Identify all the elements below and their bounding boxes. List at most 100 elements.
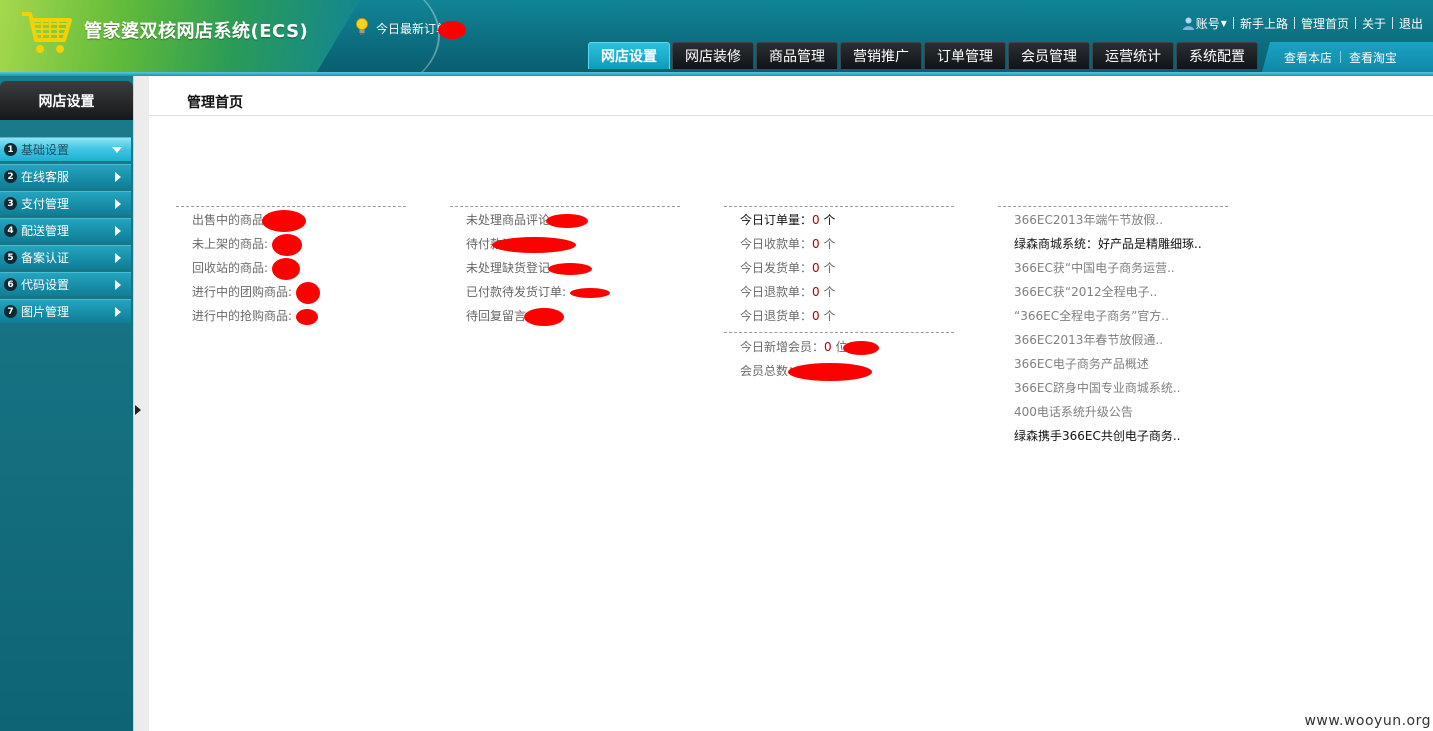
tab-member-management[interactable]: 会员管理 (1008, 42, 1090, 69)
tab-order-management[interactable]: 订单管理 (924, 42, 1006, 69)
list-item[interactable]: 未处理商品评论 (466, 208, 680, 232)
list-item[interactable]: 今日订单量：0 个 (740, 208, 954, 232)
sidebar-item-payment[interactable]: 3 支付管理 (0, 191, 131, 215)
sidebar-splitter[interactable] (133, 76, 149, 731)
item-number-badge: 5 (4, 251, 17, 264)
stat-unit: 个 (823, 261, 836, 275)
list-item[interactable]: 回收站的商品: (192, 256, 406, 280)
top-links: 账号 ▼ 新手上路 管理首页 关于 退出 (1177, 15, 1429, 31)
stat-label: 今日退货单： (740, 309, 813, 323)
sidebar-item-label: 备案认证 (21, 251, 70, 265)
list-item[interactable]: 未处理缺货登记 (466, 256, 680, 280)
redaction-mark (271, 233, 302, 256)
list-item[interactable]: 待回复留言 (466, 304, 680, 328)
tab-goods-management[interactable]: 商品管理 (756, 42, 838, 69)
chevron-right-icon (115, 253, 121, 263)
list-item[interactable]: 会员总数： (740, 359, 954, 383)
news-item[interactable]: 绿森商城系统：好产品是精雕细琢.. (1014, 232, 1214, 256)
list-item[interactable]: 未上架的商品: (192, 232, 406, 256)
list-item[interactable]: 今日发货单：0 个 (740, 256, 954, 280)
sidebar-item-label: 在线客服 (21, 170, 70, 184)
today-order-notice[interactable]: 今日最新订单 (376, 20, 466, 39)
tab-marketing[interactable]: 营销推广 (840, 42, 922, 69)
news-item[interactable]: 366EC获“2012全程电子.. (1014, 280, 1228, 304)
tab-shop-decoration[interactable]: 网店装修 (672, 42, 754, 69)
news-item[interactable]: 绿森携手366EC共创电子商务.. (1014, 424, 1228, 448)
sidebar-item-shipping[interactable]: 4 配送管理 (0, 218, 131, 242)
list-item[interactable]: 出售中的商品 (192, 208, 406, 232)
news-item[interactable]: 366EC2013年春节放假通.. (1014, 328, 1228, 352)
sidebar-item-images[interactable]: 7 图片管理 (0, 299, 131, 323)
view-taobao-link[interactable]: 查看淘宝 (1341, 49, 1405, 66)
stat-unit: 个 (823, 213, 836, 227)
redaction-mark (523, 307, 564, 326)
chevron-right-icon (115, 280, 121, 290)
sidebar-item-label: 代码设置 (21, 278, 70, 292)
list-item[interactable]: 今日退款单：0 个 (740, 280, 954, 304)
main-nav: 网店设置 网店装修 商品管理 营销推广 订单管理 会员管理 运营统计 系统配置 (588, 42, 1260, 69)
sidebar-item-filing[interactable]: 5 备案认证 (0, 245, 131, 269)
stat-label: 回收站的商品: (192, 261, 269, 275)
light-bulb-icon (356, 18, 368, 35)
caret-down-icon: ▼ (1220, 18, 1227, 28)
list-item[interactable]: 进行中的抢购商品: (192, 304, 406, 328)
tab-operation-stats[interactable]: 运营统计 (1092, 42, 1174, 69)
sidebar-item-basic-settings[interactable]: 1 基础设置 (0, 137, 131, 161)
list-item[interactable]: 今日收款单：0 个 (740, 232, 954, 256)
stat-label: 未处理缺货登记 (466, 261, 551, 275)
item-number-badge: 4 (4, 224, 17, 237)
redaction-mark (261, 209, 306, 232)
beginner-guide-link[interactable]: 新手上路 (1234, 15, 1294, 32)
stat-label: 未处理商品评论 (466, 213, 551, 227)
list-item[interactable]: 进行中的团购商品: (192, 280, 406, 304)
stat-label: 今日收款单： (740, 237, 813, 251)
chevron-right-icon (115, 199, 121, 209)
news-item[interactable]: 366EC电子商务产品概述 (1014, 352, 1228, 376)
about-link[interactable]: 关于 (1356, 15, 1392, 32)
sidebar: 网店设置 1 基础设置 2 在线客服 3 支付管理 4 配送管理 5 备案认证 … (0, 76, 133, 731)
watermark: www.wooyun.org (1304, 713, 1431, 729)
news-item[interactable]: 366EC跻身中国专业商城系统.. (1014, 376, 1228, 400)
account-menu[interactable]: 账号 ▼ (1177, 15, 1233, 32)
sidebar-toggle-icon[interactable] (135, 405, 141, 415)
stat-value: 0 (812, 261, 820, 275)
today-stats-panel: 今日订单量：0 个 今日收款单：0 个 今日发货单：0 个 今日退款单：0 个 … (724, 206, 954, 383)
sidebar-item-label: 配送管理 (21, 224, 70, 238)
system-title: 管家婆双核网店系统(ECS) (84, 21, 309, 42)
stat-unit: 个 (823, 285, 836, 299)
tab-system-config[interactable]: 系统配置 (1176, 42, 1258, 69)
stat-value: 0 (812, 213, 820, 227)
redaction-mark (547, 262, 592, 275)
chevron-right-icon (115, 172, 121, 182)
stat-unit: 个 (823, 309, 836, 323)
news-item[interactable]: 366EC2013年端午节放假.. (1014, 208, 1228, 232)
news-item[interactable]: “366EC全程电子商务”官方.. (1014, 304, 1228, 328)
news-item[interactable]: 366EC获“中国电子商务运营.. (1014, 256, 1228, 280)
tab-shop-settings[interactable]: 网店设置 (588, 42, 670, 69)
redaction-mark (545, 213, 588, 228)
news-item[interactable]: 400电话系统升级公告 (1014, 400, 1228, 424)
list-item[interactable]: 待付款订单 (466, 232, 680, 256)
stat-label: 进行中的抢购商品: (192, 309, 293, 323)
account-label: 账号 (1195, 16, 1220, 31)
news-panel: 366EC2013年端午节放假.. 绿森商城系统：好产品是精雕细琢.. 366E… (998, 206, 1228, 448)
list-item[interactable]: 今日新增会员：0 位 (740, 335, 954, 359)
list-item[interactable]: 今日退货单：0 个 (740, 304, 954, 328)
stat-label: 未上架的商品: (192, 237, 269, 251)
sidebar-item-online-service[interactable]: 2 在线客服 (0, 164, 131, 188)
logout-link[interactable]: 退出 (1393, 15, 1429, 32)
shop-links: 查看本店 查看淘宝 (1262, 42, 1433, 72)
list-item[interactable]: 已付款待发货订单: (466, 280, 680, 304)
main-content: 管理首页 出售中的商品 未上架的商品: 回收站的商品: 进行中的团购商品: 进行… (149, 76, 1433, 731)
redaction-mark (569, 287, 610, 298)
sidebar-item-label: 基础设置 (21, 143, 70, 157)
view-store-link[interactable]: 查看本店 (1276, 49, 1340, 66)
chevron-right-icon (115, 226, 121, 236)
expand-arrow-icon (112, 147, 122, 153)
page-title: 管理首页 (187, 95, 243, 111)
admin-home-link[interactable]: 管理首页 (1295, 15, 1355, 32)
sidebar-item-code-settings[interactable]: 6 代码设置 (0, 272, 131, 296)
stat-label: 待回复留言 (466, 309, 527, 323)
pending-stats-panel: 未处理商品评论 待付款订单 未处理缺货登记 已付款待发货订单: 待回复留言 (450, 206, 680, 328)
stat-label: 今日退款单： (740, 285, 813, 299)
